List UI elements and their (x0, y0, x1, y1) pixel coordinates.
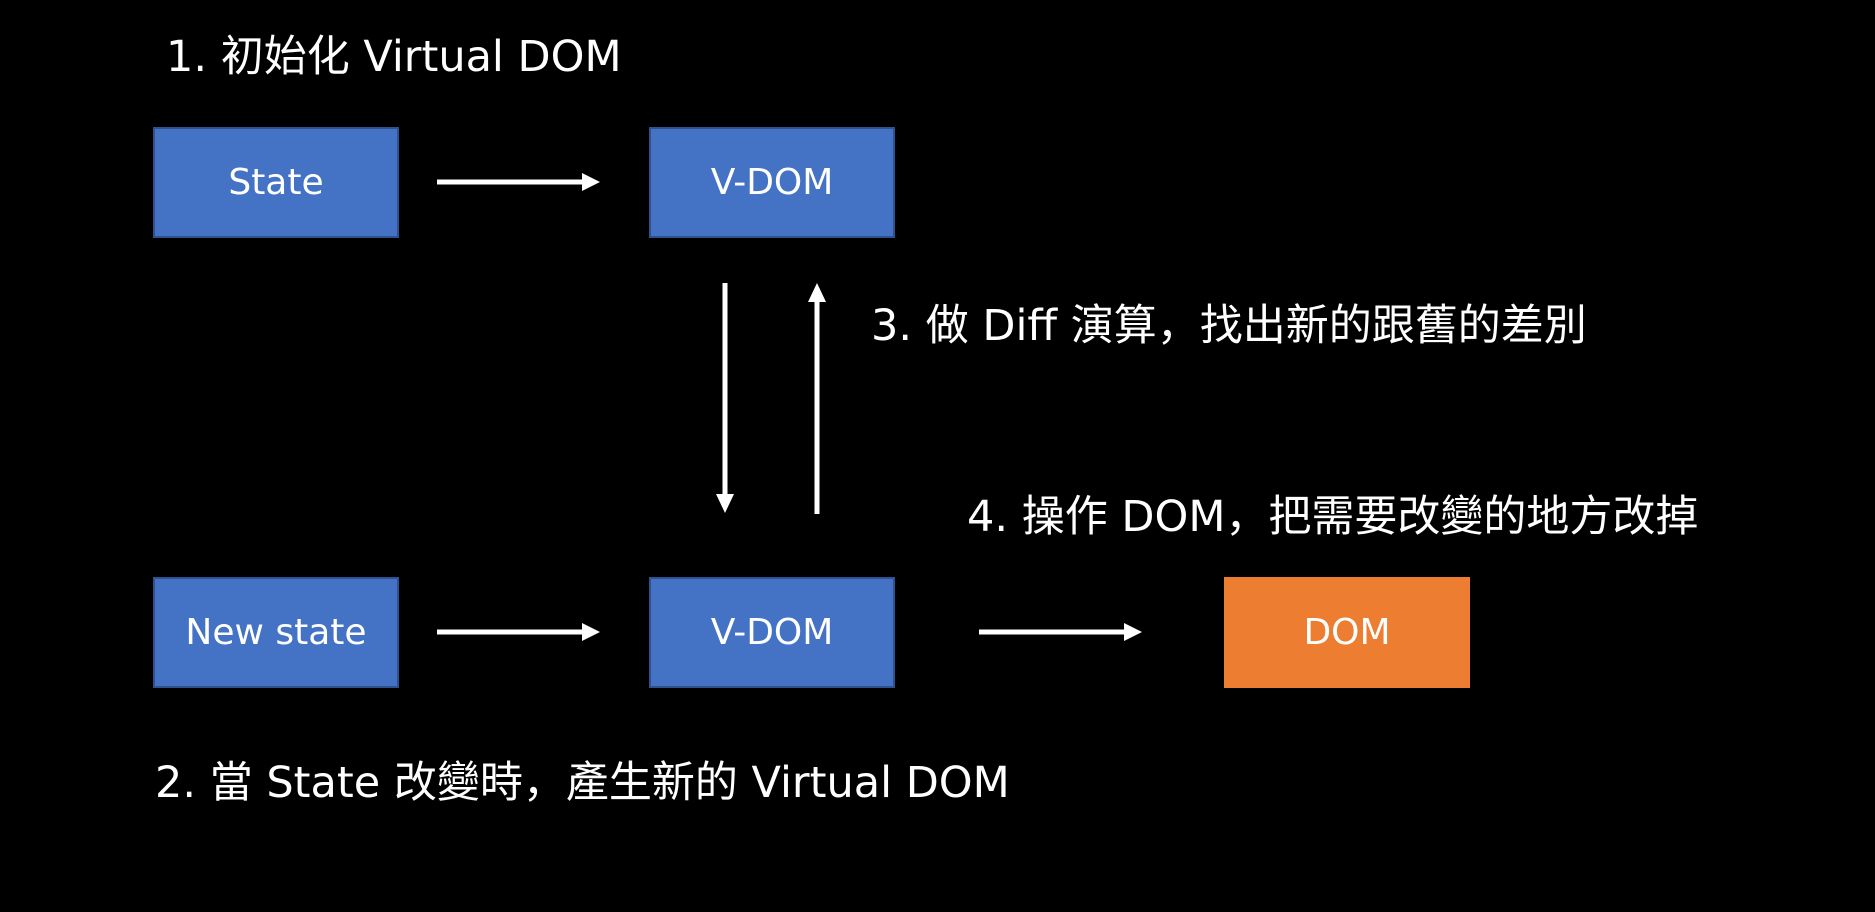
arrow-new-state-to-vdom (437, 623, 600, 641)
arrow-state-to-vdom (437, 173, 600, 191)
arrow-vdom-to-dom (979, 623, 1142, 641)
arrow-up-vdom (808, 283, 826, 514)
arrow-down-vdom (716, 283, 734, 513)
connector-arrows (437, 173, 1142, 641)
